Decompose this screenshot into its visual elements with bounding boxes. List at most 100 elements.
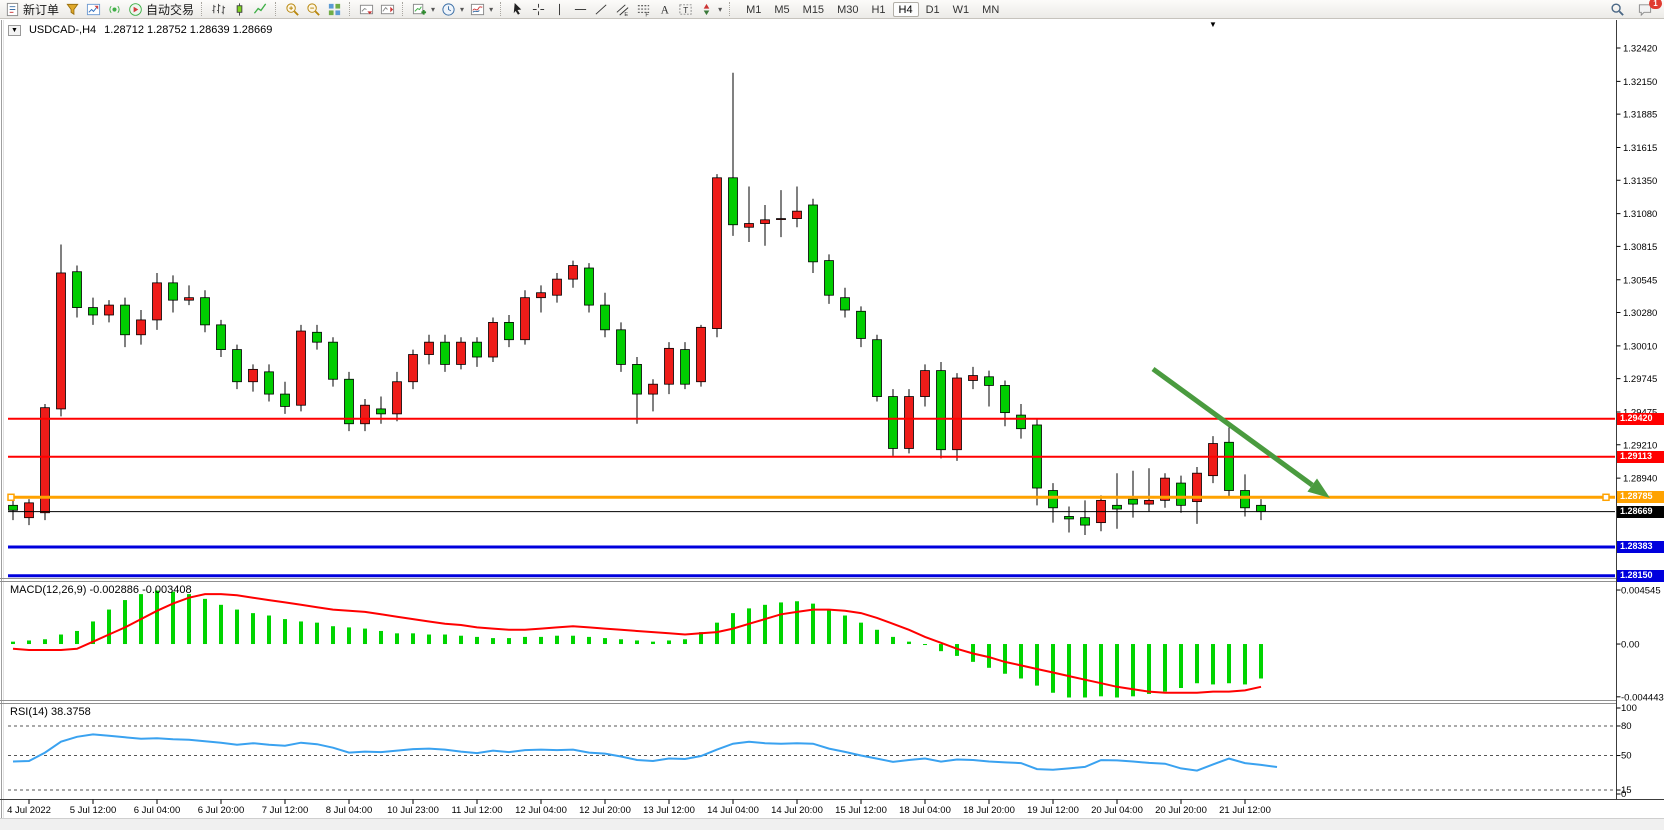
scroll-to-end-icon[interactable]: ▼ — [1209, 20, 1217, 29]
svg-text:1.30815: 1.30815 — [1623, 242, 1657, 253]
toolbar-right-group: 1 — [1607, 1, 1662, 18]
price-badge-1.28383: 1.28383 — [1617, 541, 1664, 553]
main-toolbar: 新订单 自动交易 ▾ ▾ ▾ E F A T ▾ M1M5M15M30H1H4D… — [0, 0, 1664, 19]
ohlc-values: 1.28712 1.28752 1.28639 1.28669 — [104, 24, 272, 36]
svg-text:1.32420: 1.32420 — [1623, 44, 1657, 55]
rsi-indicator-label: RSI(14) 38.3758 — [10, 706, 91, 718]
vertical-line-button[interactable] — [549, 1, 570, 18]
new-chart-button[interactable]: ▾ — [409, 1, 438, 18]
price-badge-1.29420: 1.29420 — [1617, 413, 1664, 425]
zoom-out-icon — [306, 2, 321, 17]
trendline-button[interactable] — [591, 1, 612, 18]
svg-text:1.28940: 1.28940 — [1623, 474, 1657, 485]
periods-button[interactable]: ▾ — [438, 1, 467, 18]
vertical-line-icon — [552, 2, 567, 17]
cursor-button[interactable] — [507, 1, 528, 18]
timeframe-button-mn[interactable]: MN — [976, 2, 1005, 17]
tile-windows-button[interactable] — [324, 1, 345, 18]
svg-text:1.30545: 1.30545 — [1623, 275, 1657, 286]
svg-text:20 Jul 20:00: 20 Jul 20:00 — [1155, 805, 1207, 816]
svg-text:1.30280: 1.30280 — [1623, 308, 1657, 319]
toolbar-separator — [402, 2, 405, 16]
chart-canvas[interactable]: 1.324201.321501.318851.316151.313501.310… — [0, 0, 1664, 830]
timeframe-button-h4[interactable]: H4 — [893, 2, 919, 17]
auto-scroll-icon — [359, 2, 374, 17]
zoom-out-button[interactable] — [303, 1, 324, 18]
chevron-down-icon: ▾ — [718, 5, 722, 14]
svg-text:80: 80 — [1621, 721, 1632, 732]
svg-text:10 Jul 23:00: 10 Jul 23:00 — [387, 805, 439, 816]
line-chart-button[interactable] — [250, 1, 271, 18]
broadcast-button[interactable] — [104, 1, 125, 18]
zoom-in-icon — [285, 2, 300, 17]
toolbar-separator — [201, 2, 204, 16]
periods-clock-icon — [441, 2, 456, 17]
symbol-dropdown-icon[interactable]: ▼ — [8, 25, 21, 36]
svg-text:14 Jul 04:00: 14 Jul 04:00 — [707, 805, 759, 816]
funnel-icon — [65, 2, 80, 17]
svg-text:E: E — [624, 12, 628, 17]
search-button[interactable] — [1607, 1, 1628, 18]
candlestick-chart-button[interactable] — [229, 1, 250, 18]
chart-shift-button[interactable] — [377, 1, 398, 18]
svg-text:100: 100 — [1621, 703, 1637, 714]
equidistant-channel-button[interactable]: E — [612, 1, 633, 18]
timeframe-button-m1[interactable]: M1 — [740, 2, 767, 17]
auto-trading-label: 自动交易 — [146, 1, 194, 18]
chart-window-button[interactable] — [83, 1, 104, 18]
timeframe-button-h1[interactable]: H1 — [865, 2, 891, 17]
timeframe-button-d1[interactable]: D1 — [920, 2, 946, 17]
svg-text:1.32150: 1.32150 — [1623, 77, 1657, 88]
text-button[interactable]: A — [654, 1, 675, 18]
auto-trading-button[interactable]: 自动交易 — [125, 1, 197, 18]
text-label-icon: T — [678, 2, 693, 17]
chart-title: ▼ USDCAD-,H4 1.28712 1.28752 1.28639 1.2… — [8, 24, 272, 36]
price-badge-1.28785: 1.28785 — [1617, 491, 1664, 503]
equidistant-channel-icon: E — [615, 2, 630, 17]
svg-text:4 Jul 2022: 4 Jul 2022 — [7, 805, 51, 816]
new-order-icon — [5, 2, 20, 17]
chevron-down-icon: ▾ — [431, 5, 435, 14]
cursor-icon — [510, 2, 525, 17]
svg-text:14 Jul 20:00: 14 Jul 20:00 — [771, 805, 823, 816]
svg-text:-0.004443: -0.004443 — [1621, 692, 1664, 703]
funnel-button[interactable] — [62, 1, 83, 18]
bar-chart-button[interactable] — [208, 1, 229, 18]
fibonacci-button[interactable]: F — [633, 1, 654, 18]
text-label-button[interactable]: T — [675, 1, 696, 18]
timeframe-button-m5[interactable]: M5 — [768, 2, 795, 17]
toolbar-separator — [729, 2, 732, 16]
timeframe-button-m15[interactable]: M15 — [797, 2, 830, 17]
auto-scroll-button[interactable] — [356, 1, 377, 18]
svg-text:0.004545: 0.004545 — [1621, 586, 1661, 597]
line-handle — [1603, 494, 1609, 500]
timeframe-button-w1[interactable]: W1 — [947, 2, 976, 17]
crosshair-button[interactable] — [528, 1, 549, 18]
price-badge-1.28669: 1.28669 — [1617, 506, 1664, 518]
svg-text:5 Jul 12:00: 5 Jul 12:00 — [70, 805, 116, 816]
zoom-in-button[interactable] — [282, 1, 303, 18]
templates-button[interactable]: ▾ — [467, 1, 496, 18]
svg-text:1.29745: 1.29745 — [1623, 374, 1657, 385]
svg-text:18 Jul 04:00: 18 Jul 04:00 — [899, 805, 951, 816]
new-order-label: 新订单 — [23, 1, 59, 18]
svg-text:15 Jul 12:00: 15 Jul 12:00 — [835, 805, 887, 816]
trendline-icon — [594, 2, 609, 17]
candlestick-chart-icon — [232, 2, 247, 17]
svg-text:7 Jul 12:00: 7 Jul 12:00 — [262, 805, 308, 816]
toolbar-separator — [500, 2, 503, 16]
new-order-button[interactable]: 新订单 — [2, 1, 62, 18]
arrows-button[interactable]: ▾ — [696, 1, 725, 18]
svg-text:1.31615: 1.31615 — [1623, 143, 1657, 154]
chat-button[interactable]: 1 — [1634, 1, 1656, 18]
svg-text:18 Jul 20:00: 18 Jul 20:00 — [963, 805, 1015, 816]
new-chart-icon — [412, 2, 427, 17]
svg-text:1.31350: 1.31350 — [1623, 176, 1657, 187]
toolbar-separator — [349, 2, 352, 16]
horizontal-line-icon — [573, 2, 588, 17]
horizontal-line-button[interactable] — [570, 1, 591, 18]
chart-shift-icon — [380, 2, 395, 17]
timeframe-button-m30[interactable]: M30 — [831, 2, 864, 17]
autotrade-icon — [128, 2, 143, 17]
svg-text:11 Jul 12:00: 11 Jul 12:00 — [451, 805, 502, 816]
